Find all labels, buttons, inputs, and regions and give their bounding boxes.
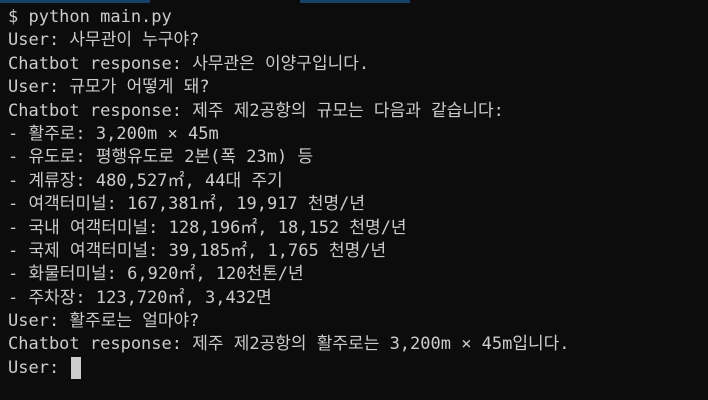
output-line: Chatbot response: 제주 제2공항의 규모는 다음과 같습니다: [8,100,504,121]
output-line: User: 규모가 어떻게 돼? [8,77,210,98]
output-line: - 국제 여객터미널: 39,185㎡, 1,765 천명/년 [8,240,387,261]
output-line: - 주차장: 123,720㎡, 3,432면 [8,287,272,308]
scrolled-previous-output [0,0,708,4]
command-line: $ python main.py [8,7,172,27]
output-line: Chatbot response: 제주 제2공항의 활주로는 3,200m ×… [8,334,570,355]
input-prompt: User: [8,357,70,378]
output-line: Chatbot response: 사무관은 이양구입니다. [8,53,370,74]
output-line: - 유도로: 평행유도로 2본(폭 23m) 등 [8,147,314,168]
output-line: - 여객터미널: 167,381㎡, 19,917 천명/년 [8,194,366,215]
output-line: - 화물터미널: 6,920㎡, 120천톤/년 [8,264,304,285]
output-line: User: 사무관이 누구야? [8,30,200,51]
output-line: - 활주로: 3,200m × 45m [8,123,219,144]
output-line: - 계류장: 480,527㎡, 44대 주기 [8,170,283,191]
output-line: User: 활주로는 얼마야? [8,311,200,332]
output-line: - 국내 여객터미널: 128,196㎡, 18,152 천명/년 [8,217,407,238]
text-cursor [71,356,82,379]
terminal-window[interactable]: $ python main.py User: 사무관이 누구야? Chatbot… [0,0,708,400]
input-line[interactable]: User: [8,356,700,380]
